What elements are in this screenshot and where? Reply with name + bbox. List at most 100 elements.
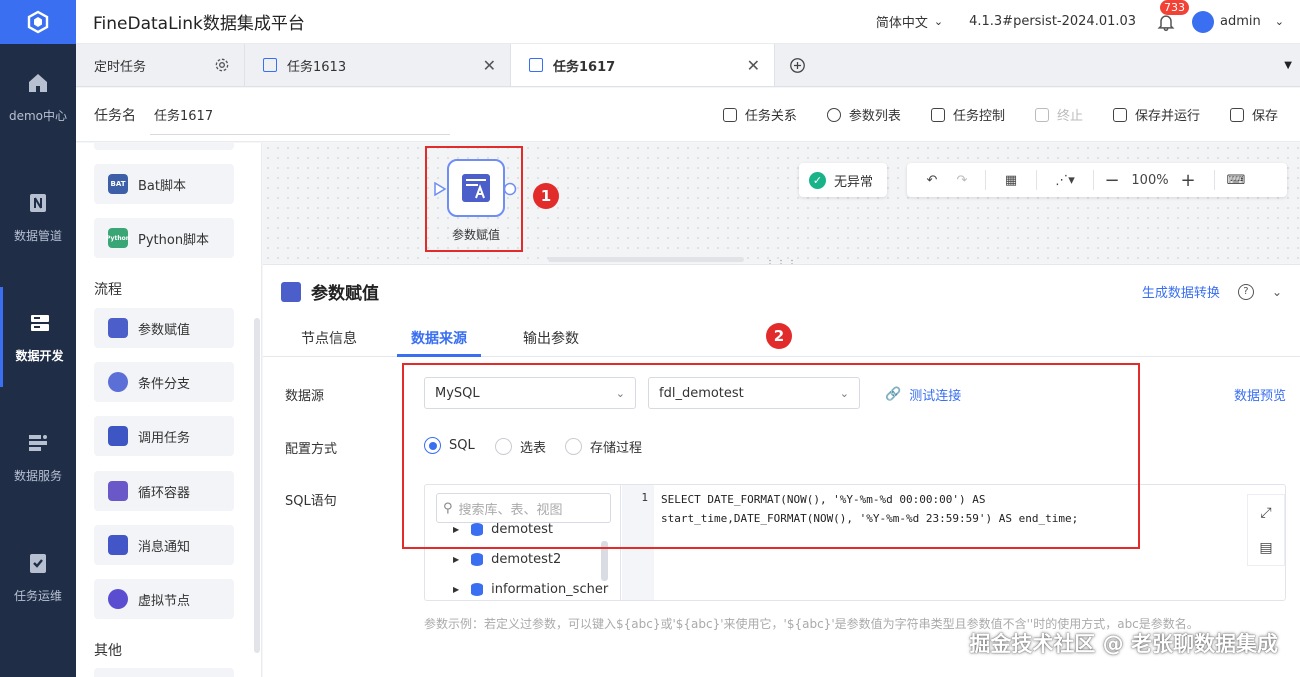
ops-icon bbox=[30, 553, 46, 573]
plus-circle-icon bbox=[790, 57, 805, 73]
tab-node-info[interactable]: 节点信息 bbox=[301, 328, 357, 348]
nav-label: 数据管道 bbox=[13, 228, 62, 243]
stop-button[interactable]: 终止 bbox=[1034, 105, 1083, 124]
expand-icon[interactable]: ▶ bbox=[453, 555, 459, 564]
zoom-in-icon[interactable]: + bbox=[1170, 170, 1206, 191]
palette-item-virtual[interactable]: 虚拟节点 bbox=[94, 579, 234, 619]
tabs-dropdown[interactable]: ▼ bbox=[1284, 44, 1300, 86]
chevron-down-icon: ⌄ bbox=[933, 15, 944, 28]
palette-item-python[interactable]: Python Python脚本 bbox=[94, 218, 234, 258]
flow-canvas[interactable]: 参数赋值 1 ✓ 无异常 ↶ ↷ ▦ ⋰▾ − 100% + ⌨ ⋮⋮⋮ bbox=[263, 143, 1300, 270]
config-method-label: 配置方式 bbox=[285, 442, 338, 457]
datasource-label: 数据源 bbox=[285, 389, 325, 404]
gear-icon[interactable] bbox=[214, 57, 230, 73]
task-icon bbox=[263, 58, 277, 72]
database-icon bbox=[471, 583, 484, 596]
tab-output-params[interactable]: 输出参数 bbox=[523, 328, 579, 348]
canvas-toolbar: ↶ ↷ ▦ ⋰▾ − 100% + ⌨ bbox=[907, 163, 1287, 197]
save-run-icon bbox=[1112, 107, 1127, 122]
caret-down-icon: ▼ bbox=[1284, 59, 1292, 71]
palette-item-partial[interactable] bbox=[94, 668, 234, 677]
branch-icon bbox=[108, 372, 128, 392]
callout-marker-1: 1 bbox=[533, 183, 559, 209]
palette-item-bat[interactable]: BAT Bat脚本 bbox=[94, 164, 234, 204]
panel-title: 参数赋值 bbox=[281, 279, 379, 304]
tree-node-information-schema[interactable]: ▶ information_scher bbox=[453, 582, 608, 597]
sql-label: SQL语句 bbox=[285, 494, 337, 509]
param-list-button[interactable]: 参数列表 bbox=[826, 105, 901, 124]
save-button[interactable]: 保存 bbox=[1229, 105, 1278, 124]
palette-item-partial[interactable] bbox=[94, 143, 234, 150]
output-port-icon[interactable] bbox=[503, 182, 517, 196]
expand-icon[interactable]: ⤢ bbox=[1260, 505, 1271, 521]
sliders-icon bbox=[930, 107, 945, 122]
tab-scheduled[interactable]: 定时任务 bbox=[76, 44, 245, 86]
undo-icon[interactable]: ↶ bbox=[907, 173, 957, 188]
virtual-node-icon bbox=[108, 589, 128, 609]
subtabs: 节点信息 数据来源 输出参数 2 bbox=[263, 317, 1300, 357]
app-title: FineDataLink数据集成平台 bbox=[93, 14, 305, 34]
app-logo[interactable] bbox=[0, 0, 76, 44]
close-icon[interactable]: ✕ bbox=[747, 56, 760, 75]
zoom-level: 100% bbox=[1131, 172, 1169, 188]
status-indicator[interactable]: ✓ 无异常 bbox=[799, 163, 888, 197]
format-icon[interactable]: ▤ bbox=[1259, 540, 1272, 556]
task-icon bbox=[529, 58, 543, 72]
canvas-scrollbar[interactable] bbox=[548, 257, 744, 262]
task-bar: 任务名 任务1617 任务关系 参数列表 任务控制 终止 保存并运行 保存 bbox=[76, 88, 1300, 142]
bell-icon bbox=[1157, 14, 1175, 31]
generate-transform-link[interactable]: 生成数据转换 bbox=[1142, 282, 1220, 301]
nav-demo-center[interactable]: demo中心 bbox=[0, 47, 76, 147]
task-tabs: 定时任务 任务1613 ✕ 任务1617 ✕ ▼ bbox=[76, 44, 1300, 87]
help-icon[interactable]: ? bbox=[1237, 283, 1254, 300]
notification-badge: 733 bbox=[1160, 0, 1190, 15]
close-icon[interactable]: ✕ bbox=[483, 56, 496, 75]
logo-icon bbox=[27, 10, 49, 34]
tab-task-1617[interactable]: 任务1617 ✕ bbox=[511, 44, 775, 86]
zoom-out-icon[interactable]: − bbox=[1094, 170, 1130, 191]
input-port-icon[interactable] bbox=[433, 182, 447, 196]
call-task-icon bbox=[108, 426, 128, 446]
task-control-button[interactable]: 任务控制 bbox=[930, 105, 1005, 124]
palette-item-notify[interactable]: 消息通知 bbox=[94, 525, 234, 565]
expand-icon[interactable]: ▶ bbox=[453, 585, 459, 594]
check-circle-icon: ✓ bbox=[809, 171, 826, 189]
left-nav: demo中心 数据管道 数据开发 数据服务 任务运维 bbox=[0, 0, 76, 677]
task-name-input[interactable]: 任务1617 bbox=[150, 95, 450, 135]
chevron-down-icon: ⌄ bbox=[1274, 15, 1284, 28]
param-assign-icon bbox=[108, 318, 128, 338]
palette-item-condition[interactable]: 条件分支 bbox=[94, 362, 234, 402]
keyboard-icon[interactable]: ⌨ bbox=[1215, 173, 1257, 188]
nav-data-dev[interactable]: 数据开发 bbox=[0, 287, 76, 387]
loop-icon bbox=[108, 481, 128, 501]
palette-item-param-assign[interactable]: 参数赋值 bbox=[94, 308, 234, 348]
nav-data-pipeline[interactable]: 数据管道 bbox=[0, 167, 76, 267]
nav-data-service[interactable]: 数据服务 bbox=[0, 407, 76, 507]
data-preview-link[interactable]: 数据预览 bbox=[1234, 385, 1286, 404]
fit-view-icon[interactable]: ▦ bbox=[986, 173, 1036, 188]
chevron-down-icon[interactable]: ⌄ bbox=[1272, 285, 1282, 299]
param-assign-icon bbox=[281, 281, 301, 302]
save-and-run-button[interactable]: 保存并运行 bbox=[1112, 105, 1200, 124]
tree-node-demotest2[interactable]: ▶ demotest2 bbox=[453, 552, 561, 567]
notification-bell[interactable]: 733 bbox=[1156, 0, 1190, 34]
task-relation-button[interactable]: 任务关系 bbox=[722, 105, 797, 124]
redo-icon[interactable]: ↷ bbox=[957, 173, 968, 188]
active-tab-indicator bbox=[397, 354, 481, 357]
palette-item-loop[interactable]: 循环容器 bbox=[94, 471, 234, 511]
relation-icon bbox=[722, 107, 737, 122]
param-assign-node[interactable] bbox=[447, 159, 505, 217]
palette-scrollbar[interactable] bbox=[254, 318, 260, 653]
top-header: FineDataLink数据集成平台 简体中文 ⌄ 4.1.3#persist-2… bbox=[76, 0, 1300, 44]
language-select[interactable]: 简体中文 ⌄ bbox=[876, 12, 943, 31]
nav-label: 任务运维 bbox=[13, 588, 62, 603]
palette-item-call-task[interactable]: 调用任务 bbox=[94, 416, 234, 456]
tab-task-1613[interactable]: 任务1613 ✕ bbox=[245, 44, 511, 86]
add-tab-button[interactable] bbox=[775, 44, 806, 86]
nav-task-ops[interactable]: 任务运维 bbox=[0, 527, 76, 627]
node-label: 参数赋值 bbox=[451, 228, 500, 242]
tab-data-source[interactable]: 数据来源 bbox=[411, 328, 467, 348]
user-menu[interactable]: admin ⌄ bbox=[1192, 10, 1284, 33]
python-icon: Python bbox=[106, 228, 130, 248]
layout-icon[interactable]: ⋰▾ bbox=[1037, 173, 1093, 188]
